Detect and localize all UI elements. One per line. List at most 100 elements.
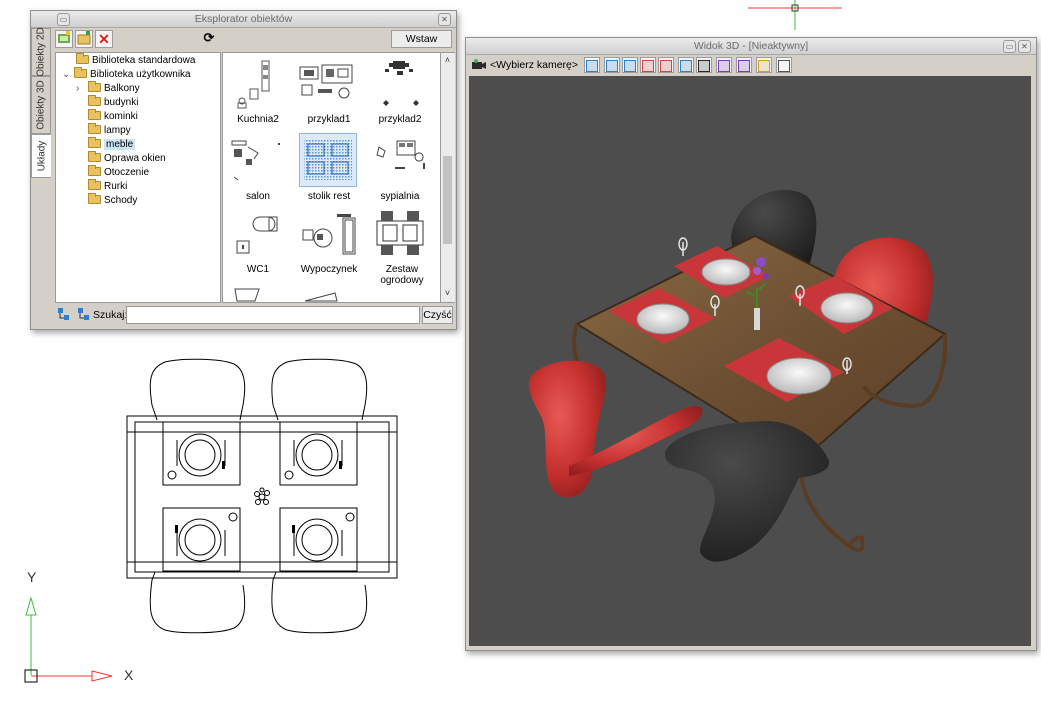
folder-icon <box>88 165 101 176</box>
thumbnail-sypialnia[interactable] <box>371 137 431 187</box>
folder-icon <box>88 95 101 106</box>
thumbnail-zestaw-ogrodowy[interactable] <box>369 207 431 259</box>
thumbnail-partial[interactable] <box>303 289 339 303</box>
explorer-title: Eksplorator obiektów <box>194 13 293 25</box>
orbit-button[interactable] <box>678 57 694 73</box>
library-tree[interactable]: Biblioteka standardowa ⌄ Biblioteka użytk… <box>55 52 221 303</box>
object-explorer-window: ▭ Eksplorator obiektów ✕ Obiekty 2D Obie… <box>30 10 457 330</box>
tree-item-balconies[interactable]: › Balkony <box>76 81 140 96</box>
walk-button[interactable] <box>696 57 712 73</box>
thumbnail-label: Kuchnia2 <box>237 114 279 125</box>
ucs-axis <box>24 596 113 683</box>
box-edges-icon <box>624 60 636 72</box>
chair-3d-front-left <box>528 360 606 498</box>
tab-objects-3d[interactable]: Obiekty 3D <box>31 76 51 134</box>
thumbnail-label: przyklad2 <box>378 114 422 125</box>
chevron-down-icon[interactable]: ⌄ <box>62 68 74 82</box>
settings-button[interactable] <box>756 57 772 73</box>
tab-objects-2d[interactable]: Obiekty 2D <box>31 27 51 77</box>
palette-button[interactable] <box>640 57 656 73</box>
add-folder-button[interactable] <box>75 30 93 48</box>
thumbnail-scrollbar[interactable]: ˄ ˅ <box>441 52 455 303</box>
folder-icon <box>88 151 101 162</box>
3d-button[interactable] <box>776 57 792 73</box>
thumbnail-label: salon <box>246 191 270 202</box>
add-library-button[interactable] <box>55 30 73 48</box>
delete-button[interactable]: ✕ <box>95 30 113 48</box>
bulb-button[interactable] <box>584 57 600 73</box>
thumbnail-partial[interactable] <box>233 287 263 303</box>
thumbnail-salon[interactable] <box>228 137 290 187</box>
folder-icon <box>88 179 101 190</box>
scroll-down-icon[interactable]: ˅ <box>441 288 454 298</box>
clear-button[interactable]: Czyść <box>422 306 453 324</box>
tree-item-fireplaces[interactable]: kominki <box>88 109 138 124</box>
bulb-icon <box>586 60 598 72</box>
axis-x-label: X <box>124 667 134 683</box>
chair-outline <box>149 571 246 634</box>
view-3d-titlebar[interactable]: Widok 3D - [Nieaktywny] ▭ ✕ <box>466 38 1036 55</box>
tree-item-lamps[interactable]: lampy <box>88 123 131 138</box>
chevron-right-icon[interactable]: › <box>76 82 88 96</box>
settings-icon <box>758 60 770 72</box>
thumbnail-label: Wypoczynek <box>300 264 358 275</box>
refresh-button[interactable]: ⟳ <box>200 30 218 48</box>
camera-icon <box>472 59 486 69</box>
search-input[interactable] <box>126 306 420 324</box>
tree-item-window-trims[interactable]: Oprawa okien <box>88 151 166 166</box>
scroll-up-icon[interactable]: ˄ <box>441 55 454 65</box>
crosshair-cursor <box>748 0 842 30</box>
render-region-icon <box>738 60 750 72</box>
chair-outline <box>149 358 246 421</box>
expand-all-button[interactable] <box>55 307 73 325</box>
camera-button[interactable] <box>470 57 488 75</box>
tree-item-surroundings[interactable]: Otoczenie <box>88 165 149 180</box>
explorer-close-icon[interactable]: ✕ <box>438 13 451 26</box>
box-view-button[interactable] <box>604 57 620 73</box>
delete-icon: ✕ <box>98 31 110 47</box>
render-button[interactable] <box>716 57 732 73</box>
thumbnail-grid[interactable]: Kuchnia2 przyklad1 przyklad2 salon stoli… <box>222 52 441 303</box>
thumbnail-kuchnia2[interactable] <box>228 57 288 109</box>
thumbnail-label: przyklad1 <box>307 114 351 125</box>
folder-icon <box>88 109 101 120</box>
box-edges-button[interactable] <box>622 57 638 73</box>
texture-button[interactable] <box>658 57 674 73</box>
tree-item-pipes[interactable]: Rurki <box>88 179 127 194</box>
viewport-3d[interactable] <box>469 76 1031 646</box>
thumbnail-label: Zestaw ogrodowy <box>380 264 424 286</box>
tree-collapse-icon <box>78 308 89 320</box>
chair-outline <box>271 571 368 634</box>
folder-icon <box>88 137 101 148</box>
camera-select[interactable]: <Wybierz kamerę> <box>490 59 578 71</box>
scroll-thumb[interactable] <box>443 156 452 244</box>
tree-item-buildings[interactable]: budynki <box>88 95 138 110</box>
thumbnail-stolik-rest-selected[interactable] <box>299 133 357 187</box>
tree-item-standard-library[interactable]: Biblioteka standardowa <box>76 53 195 68</box>
view-3d-close-icon[interactable]: ✕ <box>1018 40 1031 53</box>
folder-icon <box>88 123 101 134</box>
render-region-button[interactable] <box>736 57 752 73</box>
tree-item-stairs[interactable]: Schody <box>88 193 137 208</box>
3d-icon <box>778 60 790 72</box>
view-3d-menu-icon[interactable]: ▭ <box>1003 40 1016 53</box>
folder-icon <box>88 81 101 92</box>
palette-icon <box>642 60 654 72</box>
drawing-canvas[interactable] <box>0 330 465 709</box>
thumbnail-wc1[interactable] <box>231 213 287 259</box>
tab-layouts[interactable]: Układy <box>31 134 51 178</box>
tree-expand-icon <box>58 308 69 320</box>
thumbnail-przyklad1[interactable] <box>296 61 360 105</box>
texture-icon <box>660 60 672 72</box>
thumbnail-przyklad2[interactable] <box>373 57 429 109</box>
tree-item-furniture[interactable]: meble <box>88 137 136 152</box>
insert-button[interactable]: Wstaw <box>391 30 452 48</box>
add-folder-icon <box>77 31 91 45</box>
plate-3d <box>701 258 751 286</box>
orbit-icon <box>680 60 692 72</box>
collapse-all-button[interactable] <box>75 307 93 325</box>
explorer-titlebar[interactable]: ▭ Eksplorator obiektów ✕ <box>31 11 456 28</box>
thumbnail-wypoczynek[interactable] <box>299 210 357 258</box>
tree-item-user-library[interactable]: ⌄ Biblioteka użytkownika <box>62 67 191 82</box>
folder-icon <box>76 53 89 64</box>
